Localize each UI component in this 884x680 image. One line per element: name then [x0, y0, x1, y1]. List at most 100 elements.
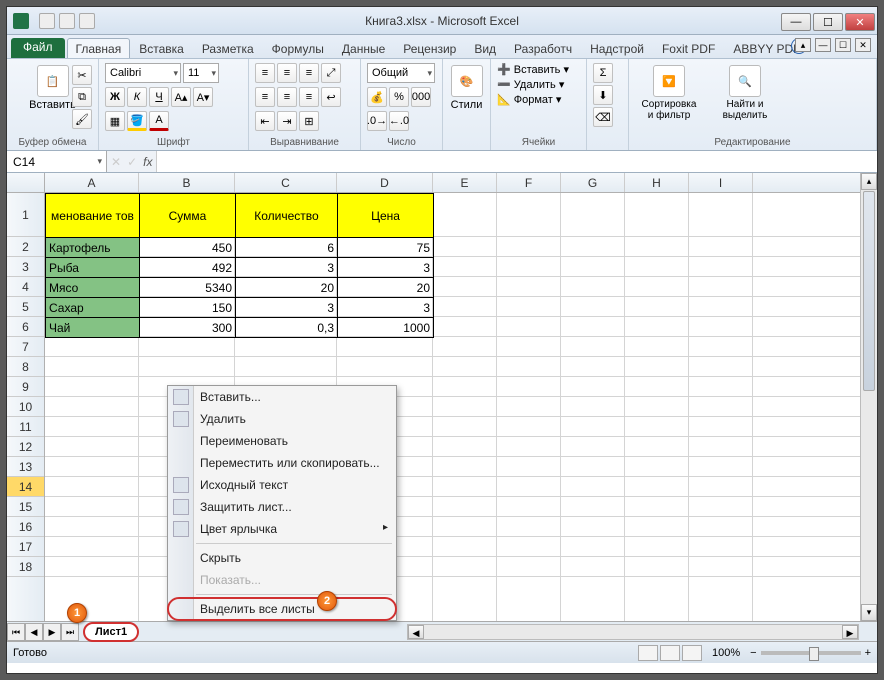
context-menu-item[interactable]: Переименовать — [168, 430, 396, 452]
ribbon-minimize-icon[interactable]: ▴ — [795, 38, 811, 52]
row-header-16[interactable]: 16 — [7, 517, 44, 537]
fill-icon[interactable]: ⬇ — [593, 85, 613, 105]
row-header-10[interactable]: 10 — [7, 397, 44, 417]
zoom-out-icon[interactable]: − — [750, 647, 756, 659]
horizontal-scrollbar[interactable]: ◀ ▶ — [407, 624, 859, 640]
table-cell[interactable]: 150 — [140, 298, 236, 318]
format-cells-button[interactable]: 📐 Формат ▾ — [497, 93, 580, 106]
find-select-button[interactable]: 🔍 Найти и выделить — [711, 63, 779, 123]
next-sheet-icon[interactable]: ▶ — [43, 623, 61, 641]
select-all-corner[interactable] — [7, 173, 45, 192]
ribbon-tab-3[interactable]: Формулы — [263, 38, 333, 58]
col-header-B[interactable]: B — [139, 173, 235, 192]
table-cell[interactable]: Рыба — [46, 258, 140, 278]
ribbon-tab-7[interactable]: Разработч — [505, 38, 581, 58]
row-header-17[interactable]: 17 — [7, 537, 44, 557]
scroll-down-icon[interactable]: ▾ — [861, 604, 877, 621]
last-sheet-icon[interactable]: ⏭ — [61, 623, 79, 641]
bold-button[interactable]: Ж — [105, 87, 125, 107]
zoom-value[interactable]: 100% — [712, 647, 740, 659]
underline-button[interactable]: Ч — [149, 87, 169, 107]
table-cell[interactable]: 450 — [140, 238, 236, 258]
row-header-3[interactable]: 3 — [7, 257, 44, 277]
table-cell[interactable]: 75 — [338, 238, 434, 258]
close-button[interactable]: ✕ — [845, 13, 875, 31]
maximize-button[interactable]: ☐ — [813, 13, 843, 31]
fx-icon[interactable]: fx — [143, 155, 152, 169]
ribbon-tab-0[interactable]: Главная — [67, 38, 131, 58]
row-header-12[interactable]: 12 — [7, 437, 44, 457]
row-header-4[interactable]: 4 — [7, 277, 44, 297]
qat-undo-icon[interactable] — [59, 13, 75, 29]
autosum-icon[interactable]: Σ — [593, 63, 613, 83]
percent-icon[interactable]: % — [389, 87, 409, 107]
col-header-G[interactable]: G — [561, 173, 625, 192]
clear-icon[interactable]: ⌫ — [593, 107, 613, 127]
align-middle-icon[interactable]: ≡ — [277, 63, 297, 83]
worksheet-grid[interactable]: ABCDEFGHI 123456789101112131415161718 ме… — [7, 173, 877, 621]
row-header-9[interactable]: 9 — [7, 377, 44, 397]
font-name-combo[interactable]: Calibri — [105, 63, 181, 83]
context-menu-item[interactable]: Переместить или скопировать... — [168, 452, 396, 474]
qat-save-icon[interactable] — [39, 13, 55, 29]
table-cell[interactable]: 3 — [338, 258, 434, 278]
ribbon-tab-5[interactable]: Рецензир — [394, 38, 465, 58]
col-header-D[interactable]: D — [337, 173, 433, 192]
minimize-button[interactable]: — — [781, 13, 811, 31]
row-header-11[interactable]: 11 — [7, 417, 44, 437]
col-header-A[interactable]: A — [45, 173, 139, 192]
table-cell[interactable]: Мясо — [46, 278, 140, 298]
row-header-1[interactable]: 1 — [7, 193, 44, 237]
context-menu-item[interactable]: Скрыть — [168, 547, 396, 569]
ribbon-tab-8[interactable]: Надстрой — [581, 38, 653, 58]
table-cell[interactable]: 20 — [338, 278, 434, 298]
context-menu-item[interactable]: Защитить лист... — [168, 496, 396, 518]
insert-cells-button[interactable]: ➕ Вставить ▾ — [497, 63, 580, 76]
context-menu-item[interactable]: Цвет ярлычка — [168, 518, 396, 540]
font-size-combo[interactable]: 11 — [183, 63, 219, 83]
file-tab[interactable]: Файл — [11, 38, 65, 58]
italic-button[interactable]: К — [127, 87, 147, 107]
table-cell[interactable]: Картофель — [46, 238, 140, 258]
table-cell[interactable]: 3 — [236, 258, 338, 278]
row-header-6[interactable]: 6 — [7, 317, 44, 337]
col-header-H[interactable]: H — [625, 173, 689, 192]
row-header-14[interactable]: 14 — [7, 477, 44, 497]
merge-icon[interactable]: ⊞ — [299, 111, 319, 131]
align-right-icon[interactable]: ≡ — [299, 87, 319, 107]
align-top-icon[interactable]: ≡ — [255, 63, 275, 83]
page-break-view-icon[interactable] — [682, 645, 702, 661]
align-bottom-icon[interactable]: ≡ — [299, 63, 319, 83]
context-menu-item[interactable]: Вставить... — [168, 386, 396, 408]
normal-view-icon[interactable] — [638, 645, 658, 661]
delete-cells-button[interactable]: ➖ Удалить ▾ — [497, 78, 580, 91]
copy-icon[interactable]: ⧉ — [72, 87, 92, 107]
cut-icon[interactable]: ✂ — [72, 65, 92, 85]
scroll-right-icon[interactable]: ▶ — [842, 625, 858, 639]
ribbon-tab-2[interactable]: Разметка — [193, 38, 263, 58]
first-sheet-icon[interactable]: ⏮ — [7, 623, 25, 641]
decrease-decimal-icon[interactable]: ←.0 — [389, 111, 409, 131]
currency-icon[interactable]: 💰 — [367, 87, 387, 107]
ribbon-tab-1[interactable]: Вставка — [130, 38, 193, 58]
align-center-icon[interactable]: ≡ — [277, 87, 297, 107]
number-format-combo[interactable]: Общий — [367, 63, 435, 83]
prev-sheet-icon[interactable]: ◀ — [25, 623, 43, 641]
fill-color-icon[interactable]: 🪣 — [127, 111, 147, 131]
increase-indent-icon[interactable]: ⇥ — [277, 111, 297, 131]
scroll-left-icon[interactable]: ◀ — [408, 625, 424, 639]
decrease-indent-icon[interactable]: ⇤ — [255, 111, 275, 131]
decrease-font-icon[interactable]: A▾ — [193, 87, 213, 107]
align-left-icon[interactable]: ≡ — [255, 87, 275, 107]
context-menu-item[interactable]: Удалить — [168, 408, 396, 430]
increase-decimal-icon[interactable]: .0→ — [367, 111, 387, 131]
zoom-slider[interactable] — [761, 651, 861, 655]
row-header-8[interactable]: 8 — [7, 357, 44, 377]
table-cell[interactable]: Сахар — [46, 298, 140, 318]
mdi-close-icon[interactable]: ✕ — [855, 38, 871, 52]
row-header-13[interactable]: 13 — [7, 457, 44, 477]
formula-input[interactable] — [156, 151, 877, 172]
table-cell[interactable]: 6 — [236, 238, 338, 258]
format-painter-icon[interactable]: 🖌 — [72, 109, 92, 129]
ribbon-tab-4[interactable]: Данные — [333, 38, 394, 58]
